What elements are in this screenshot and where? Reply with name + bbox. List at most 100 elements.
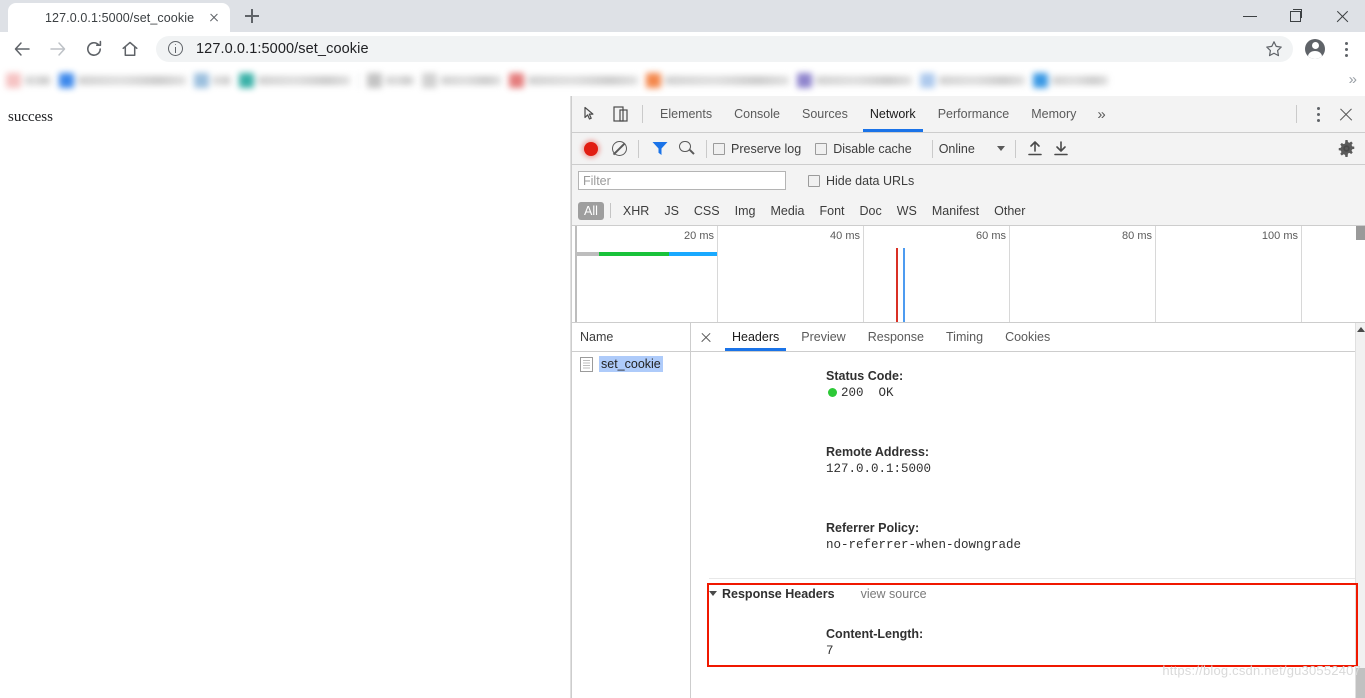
search-icon[interactable] — [674, 136, 700, 162]
globe-icon — [20, 10, 36, 26]
timeline-tick-label: 100 ms — [1261, 230, 1298, 242]
type-filter-ws[interactable]: WS — [891, 202, 923, 220]
headers-scrollbar[interactable] — [1355, 323, 1365, 698]
response-headers-section[interactable]: Response Headers view source — [709, 578, 1365, 604]
checkbox-box[interactable] — [815, 142, 828, 155]
header-content-type: Content-Type: text/html; charset=utf-8 — [709, 680, 1365, 698]
toolbar-separator — [638, 139, 639, 158]
export-har-icon[interactable] — [1048, 136, 1074, 162]
disable-cache-checkbox[interactable]: Disable cache — [815, 142, 912, 156]
network-overview-timeline[interactable]: 20 ms 40 ms 60 ms 80 ms 100 ms — [572, 226, 1365, 323]
tab-memory[interactable]: Memory — [1020, 97, 1087, 132]
address-bar[interactable]: 127.0.0.1:5000/set_cookie — [156, 34, 1293, 64]
close-detail-icon[interactable] — [695, 326, 717, 348]
bookmark-item[interactable] — [422, 70, 501, 92]
maximize-icon[interactable] — [1273, 0, 1319, 32]
import-har-icon[interactable] — [1022, 136, 1048, 162]
url-text: 127.0.0.1:5000/set_cookie — [196, 40, 369, 57]
load-event-marker — [903, 248, 905, 322]
checkbox-box[interactable] — [713, 142, 725, 155]
type-filter-doc[interactable]: Doc — [854, 202, 888, 220]
throttling-dropdown[interactable]: Online — [939, 142, 1005, 156]
back-icon[interactable] — [6, 33, 38, 65]
header-key: Remote Address: — [826, 445, 930, 459]
table-row[interactable]: set_cookie — [572, 352, 690, 376]
checkbox-box[interactable] — [808, 174, 820, 187]
inspect-element-icon[interactable] — [577, 100, 605, 128]
home-icon[interactable] — [114, 33, 146, 65]
hide-data-urls-checkbox[interactable]: Hide data URLs — [808, 174, 914, 188]
type-filter-all[interactable]: All — [578, 201, 604, 220]
bookmark-item[interactable] — [797, 70, 912, 92]
type-filter-js[interactable]: JS — [658, 202, 685, 220]
bookmark-item[interactable] — [194, 70, 231, 92]
header-referrer-policy: Referrer Policy: no-referrer-when-downgr… — [709, 498, 1365, 574]
type-filter-font[interactable]: Font — [814, 202, 851, 220]
timeline-gridline: 100 ms — [1262, 226, 1302, 322]
toolbar-separator — [1296, 105, 1297, 123]
type-filter-css[interactable]: CSS — [688, 202, 726, 220]
bookmark-item[interactable] — [6, 70, 51, 92]
chevron-down-icon[interactable] — [709, 591, 717, 596]
watermark: https://blog.csdn.net/gu30552407 — [1162, 663, 1361, 678]
scroll-up-icon[interactable] — [1357, 327, 1365, 332]
filter-input[interactable] — [578, 171, 786, 190]
devtools-more-tabs-icon[interactable]: » — [1087, 97, 1115, 132]
minimize-icon[interactable] — [1227, 0, 1273, 32]
tab-cookies[interactable]: Cookies — [994, 324, 1061, 351]
overview-left-edge — [575, 226, 577, 322]
header-key: Content-Length: — [826, 627, 924, 641]
preserve-log-checkbox[interactable]: Preserve log — [713, 142, 801, 156]
device-toolbar-icon[interactable] — [607, 100, 635, 128]
tab-preview[interactable]: Preview — [790, 324, 856, 351]
reload-icon[interactable] — [78, 33, 110, 65]
overview-scrollbar[interactable] — [1356, 226, 1365, 240]
request-name: set_cookie — [599, 356, 663, 372]
browser-tab[interactable]: 127.0.0.1:5000/set_cookie — [8, 3, 231, 32]
type-filter-img[interactable]: Img — [729, 202, 762, 220]
clear-icon[interactable] — [606, 136, 632, 162]
devtools-menu-icon[interactable] — [1303, 101, 1333, 127]
bookmarks-overflow-icon[interactable]: » — [1349, 71, 1357, 89]
bookmark-item[interactable] — [367, 70, 414, 92]
tab-response[interactable]: Response — [857, 324, 935, 351]
tab-headers[interactable]: Headers — [721, 324, 790, 351]
avatar[interactable] — [1299, 33, 1331, 65]
tab-network[interactable]: Network — [859, 97, 927, 132]
timeline-tick-label: 80 ms — [1122, 230, 1152, 242]
type-filter-media[interactable]: Media — [764, 202, 810, 220]
record-button[interactable] — [578, 136, 604, 162]
type-filter-xhr[interactable]: XHR — [617, 202, 655, 220]
timeline-gridline: 60 ms — [976, 226, 1010, 322]
resource-type-filters: All XHR JS CSS Img Media Font Doc WS Man… — [572, 196, 1365, 226]
section-title: Response Headers — [722, 587, 835, 601]
forward-icon[interactable] — [42, 33, 74, 65]
tab-console[interactable]: Console — [723, 97, 791, 132]
document-icon — [580, 356, 593, 372]
type-filter-manifest[interactable]: Manifest — [926, 202, 985, 220]
settings-gear-icon[interactable] — [1333, 136, 1359, 162]
new-tab-button[interactable] — [238, 2, 266, 30]
view-source-link[interactable]: view source — [861, 587, 927, 601]
toolbar-separator — [642, 105, 643, 123]
close-window-icon[interactable] — [1319, 0, 1365, 32]
tab-timing[interactable]: Timing — [935, 324, 994, 351]
bookmark-item[interactable] — [509, 70, 638, 92]
devtools-close-icon[interactable] — [1333, 101, 1359, 127]
bookmark-item[interactable] — [239, 70, 350, 92]
star-icon[interactable] — [1259, 34, 1289, 64]
filter-icon[interactable] — [648, 136, 672, 162]
browser-menu-icon[interactable] — [1331, 33, 1361, 65]
bookmark-item[interactable] — [1033, 70, 1108, 92]
tab-elements[interactable]: Elements — [649, 97, 723, 132]
tab-sources[interactable]: Sources — [791, 97, 859, 132]
info-icon[interactable] — [168, 40, 184, 57]
tab-performance[interactable]: Performance — [927, 97, 1021, 132]
bookmark-item[interactable] — [920, 70, 1025, 92]
bookmark-item[interactable] — [646, 70, 789, 92]
close-icon[interactable] — [204, 8, 224, 28]
request-list-header[interactable]: Name — [572, 323, 690, 352]
bookmark-item[interactable] — [59, 70, 186, 92]
navigation-bar: 127.0.0.1:5000/set_cookie — [0, 32, 1365, 65]
type-filter-other[interactable]: Other — [988, 202, 1031, 220]
